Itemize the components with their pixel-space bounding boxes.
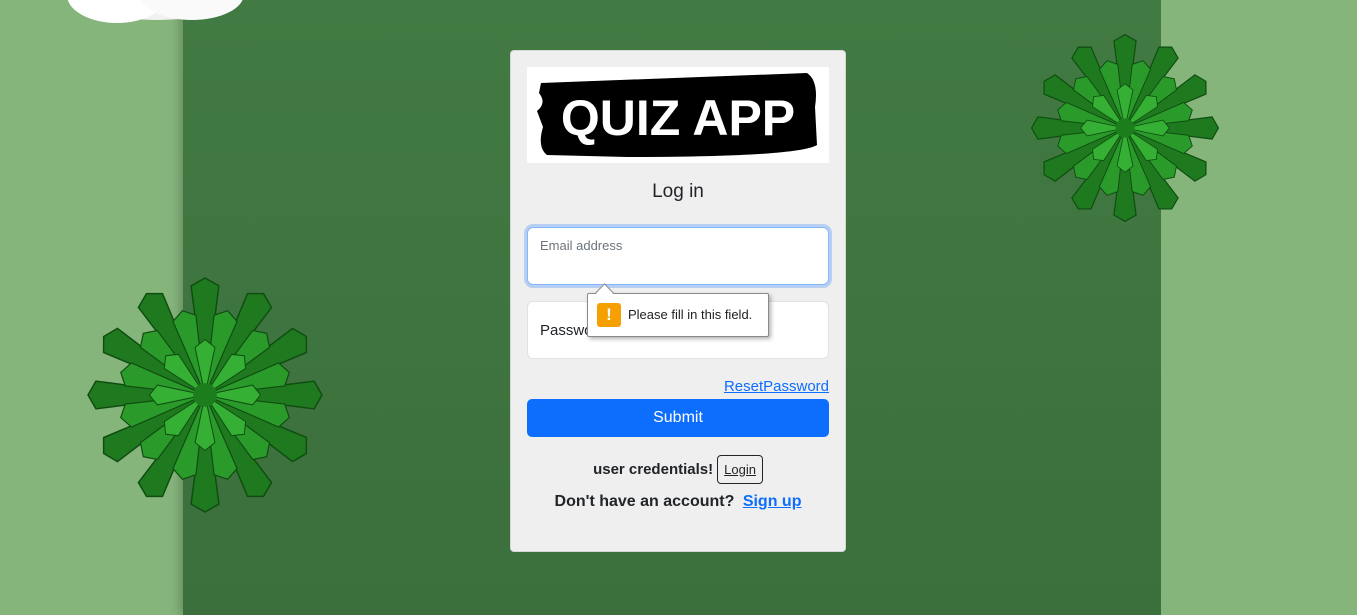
email-field-label: Email address xyxy=(540,238,623,253)
succulent-plant-right xyxy=(1030,33,1220,223)
submit-button[interactable]: Submit xyxy=(527,399,829,437)
signup-link[interactable]: Sign up xyxy=(743,493,802,510)
warning-icon: ! xyxy=(597,303,621,327)
email-input[interactable] xyxy=(540,258,814,277)
reset-password-link[interactable]: ResetPassword xyxy=(724,378,829,395)
tooltip-arrow xyxy=(595,283,614,302)
validation-message: Please fill in this field. xyxy=(628,307,753,322)
logo-text: QUIZ APP xyxy=(561,90,795,146)
credentials-row: user credentials! Login xyxy=(511,453,845,485)
login-card: QUIZ APP Log in Email address Password !… xyxy=(510,50,846,552)
login-button[interactable]: Login xyxy=(717,454,763,484)
signup-prompt: Don't have an account? xyxy=(554,493,735,510)
email-field[interactable]: Email address xyxy=(527,227,829,285)
credentials-text: user credentials! xyxy=(593,460,714,478)
validation-tooltip: ! Please fill in this field. xyxy=(587,283,769,337)
quiz-app-logo: QUIZ APP xyxy=(527,67,829,163)
succulent-plant-left xyxy=(87,277,323,513)
cloud-decoration xyxy=(67,0,243,23)
signup-row: Don't have an account? Sign up xyxy=(511,493,845,511)
page-title: Log in xyxy=(652,181,704,202)
